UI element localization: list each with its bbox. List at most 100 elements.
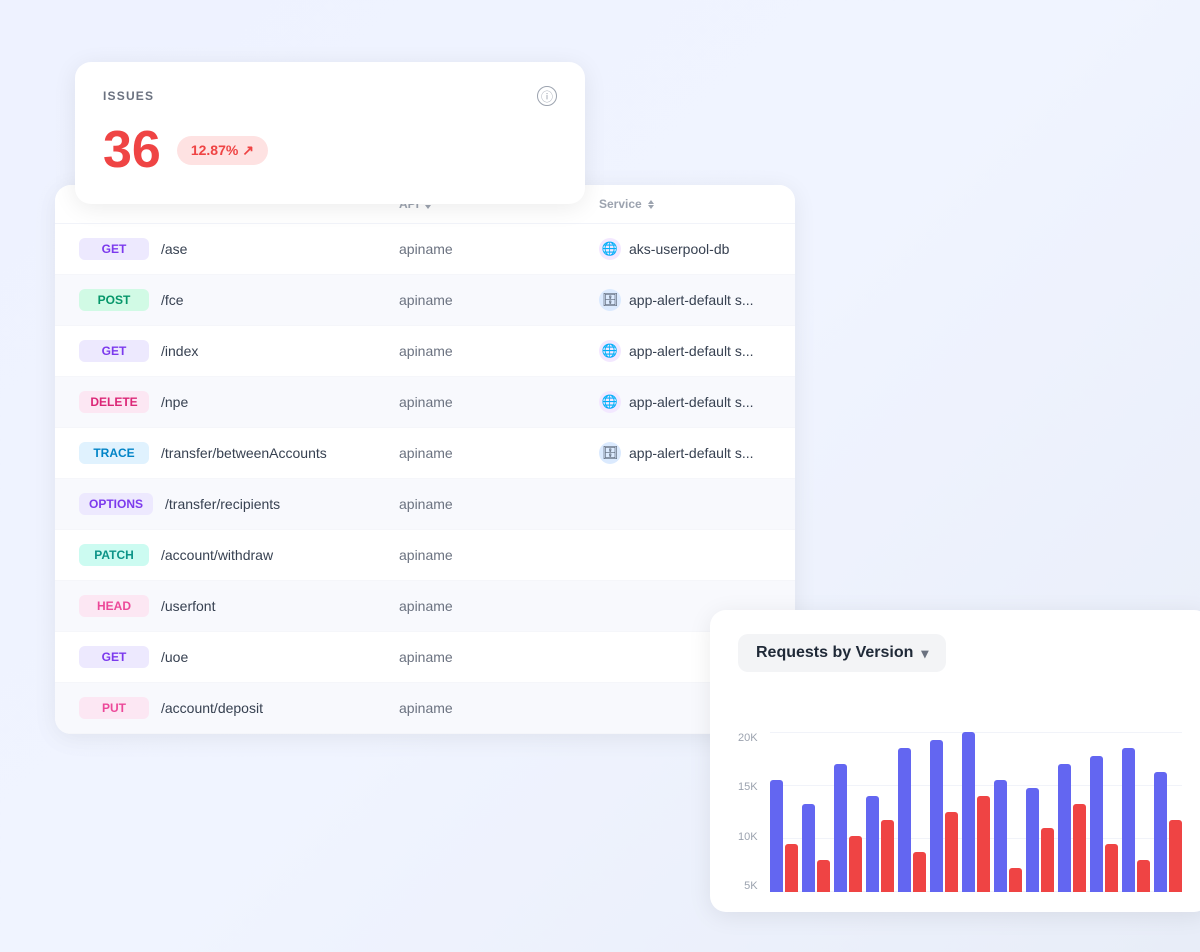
path-text: /uoe [161,649,188,665]
bar-red [1105,844,1118,892]
issues-header: ISSUES ⓘ [103,86,557,106]
service-cell: 🗄 app-alert-default s... [599,442,795,464]
path-text: /account/deposit [161,700,263,716]
bar-red [977,796,990,892]
method-path: GET /ase [79,238,399,260]
bar-group [1154,732,1182,892]
method-path: PATCH /account/withdraw [79,544,399,566]
bar-red [1073,804,1086,892]
api-cell: apiname [399,241,599,257]
bar-blue [1154,772,1167,892]
bar-group [866,732,894,892]
chart-bars [770,732,1182,892]
service-sort-icon[interactable] [648,200,654,209]
chart-title-button[interactable]: Requests by Version ▾ [738,634,946,672]
bar-blue [770,780,783,892]
service-icon: 🌐 [599,238,621,260]
service-icon: 🌐 [599,340,621,362]
y-label-10k: 10K [738,831,758,843]
path-text: /account/withdraw [161,547,273,563]
table-panel: API Service Reque GET /ase apiname 🌐 aks… [55,185,795,734]
bar-group [770,732,798,892]
bar-blue [802,804,815,892]
service-cell: 🗄 app-alert-default s... [599,289,795,311]
method-badge: OPTIONS [79,493,153,515]
api-cell: apiname [399,292,599,308]
bar-blue [994,780,1007,892]
bar-blue [1058,764,1071,892]
bar-red [881,820,894,892]
table-row[interactable]: HEAD /userfont apiname [55,581,795,632]
bar-blue [898,748,911,892]
method-badge: HEAD [79,595,149,617]
issues-card: ISSUES ⓘ 36 12.87% ↗ [75,62,585,204]
bar-group [962,732,990,892]
bar-group [1026,732,1054,892]
bar-red [1009,868,1022,892]
table-row[interactable]: GET /ase apiname 🌐 aks-userpool-db 2 [55,224,795,275]
bar-red [945,812,958,892]
table-row[interactable]: PATCH /account/withdraw apiname [55,530,795,581]
bar-group [802,732,830,892]
method-badge: PUT [79,697,149,719]
chart-area: 20K 15K 10K 5K [738,692,1182,892]
method-path: GET /uoe [79,646,399,668]
api-cell: apiname [399,649,599,665]
table-row[interactable]: POST /fce apiname 🗄 app-alert-default s.… [55,275,795,326]
bar-group [898,732,926,892]
bar-group [1122,732,1150,892]
y-label-5k: 5K [738,880,758,892]
path-text: /ase [161,241,187,257]
service-name: app-alert-default s... [629,394,754,410]
service-icon: 🗄 [599,289,621,311]
bar-group [930,732,958,892]
service-name: app-alert-default s... [629,445,754,461]
service-cell: 🌐 app-alert-default s... [599,391,795,413]
bar-red [849,836,862,892]
path-text: /npe [161,394,188,410]
bar-group [1090,732,1118,892]
bar-red [817,860,830,892]
bar-blue [1122,748,1135,892]
method-badge: GET [79,646,149,668]
col-service-label: Service [599,197,642,211]
bar-blue [962,732,975,892]
method-badge: DELETE [79,391,149,413]
service-name: aks-userpool-db [629,241,729,257]
table-row[interactable]: PUT /account/deposit apiname [55,683,795,734]
table-row[interactable]: GET /uoe apiname [55,632,795,683]
service-name: app-alert-default s... [629,343,754,359]
y-label-15k: 15K [738,781,758,793]
method-path: PUT /account/deposit [79,697,399,719]
path-text: /userfont [161,598,215,614]
path-text: /index [161,343,198,359]
method-path: POST /fce [79,289,399,311]
method-path: DELETE /npe [79,391,399,413]
api-cell: apiname [399,547,599,563]
bar-red [1169,820,1182,892]
table-row[interactable]: TRACE /transfer/betweenAccounts apiname … [55,428,795,479]
info-icon[interactable]: ⓘ [537,86,557,106]
table-row[interactable]: DELETE /npe apiname 🌐 app-alert-default … [55,377,795,428]
path-text: /transfer/recipients [165,496,280,512]
table-row[interactable]: OPTIONS /transfer/recipients apiname [55,479,795,530]
api-cell: apiname [399,445,599,461]
issues-count: 36 [103,124,161,176]
bar-red [1137,860,1150,892]
service-cell: 🌐 aks-userpool-db [599,238,795,260]
api-cell: apiname [399,343,599,359]
bar-red [1041,828,1054,892]
method-path: GET /index [79,340,399,362]
issues-badge: 12.87% ↗ [177,136,268,165]
bar-group [1058,732,1086,892]
bar-blue [1026,788,1039,892]
service-icon: 🌐 [599,391,621,413]
service-icon: 🗄 [599,442,621,464]
bar-red [785,844,798,892]
api-cell: apiname [399,700,599,716]
method-badge: GET [79,340,149,362]
bar-blue [1090,756,1103,892]
col-header-service: Service [599,197,795,211]
method-badge: POST [79,289,149,311]
table-row[interactable]: GET /index apiname 🌐 app-alert-default s… [55,326,795,377]
